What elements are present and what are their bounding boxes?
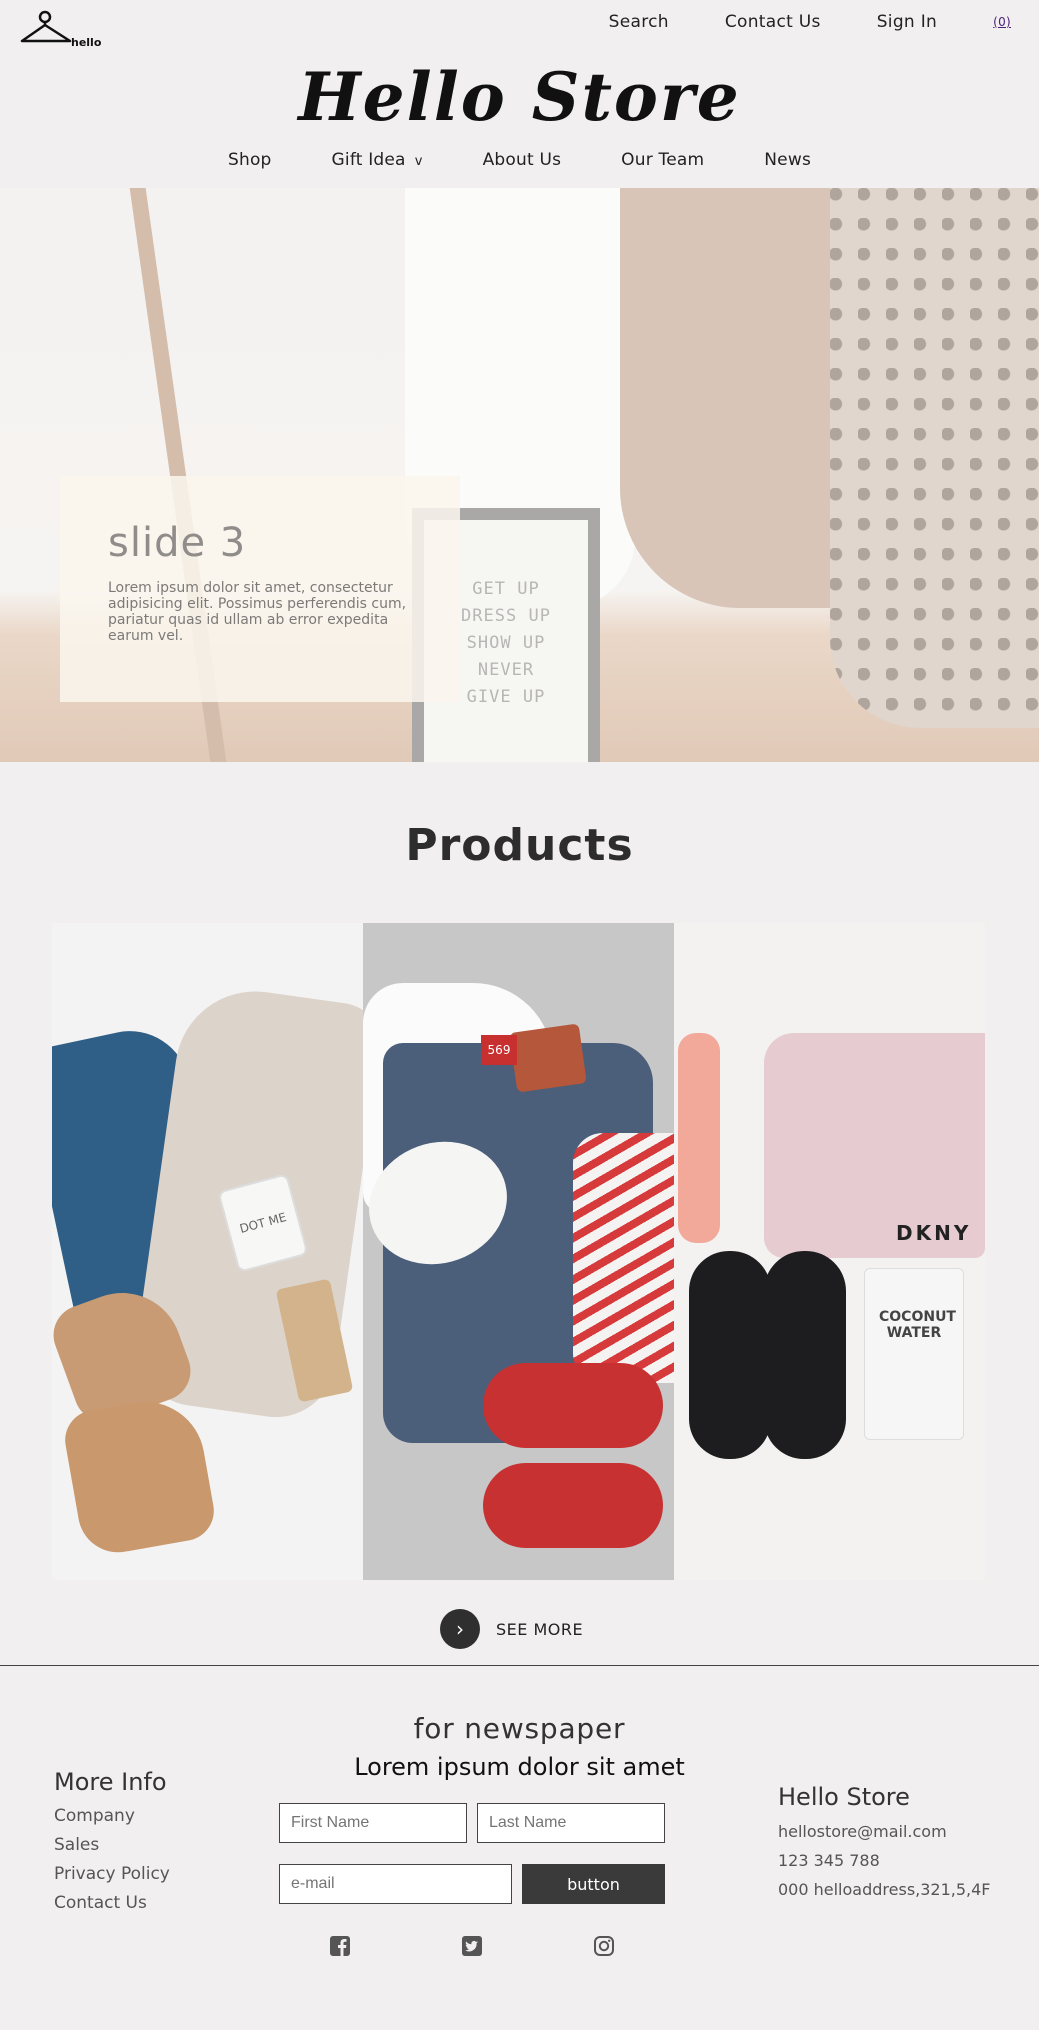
main-nav: Shop Gift Idea v About Us Our Team News	[0, 150, 1039, 170]
hero-slider[interactable]: GET UP DRESS UP SHOW UP NEVER GIVE UP sl…	[0, 188, 1039, 762]
search-link[interactable]: Search	[609, 12, 669, 32]
product-tile-jeans[interactable]: 569	[363, 923, 674, 1580]
store-address: 000 helloaddress,321,5,4F	[778, 1880, 991, 1899]
nav-gift-idea-label: Gift Idea	[331, 150, 406, 170]
dkny-mark: DKNY	[896, 1221, 972, 1245]
nav-about-us[interactable]: About Us	[483, 150, 562, 170]
slide-title: slide 3	[108, 520, 247, 566]
nav-gift-idea[interactable]: Gift Idea v	[332, 150, 423, 170]
see-more-label: SEE MORE	[496, 1619, 584, 1639]
sneaker-image	[689, 1251, 771, 1459]
subscribe-button[interactable]: button	[522, 1864, 665, 1904]
product-tile-sweater[interactable]: DOT ME	[52, 923, 363, 1580]
first-name-field[interactable]	[279, 1803, 467, 1843]
coconut-water-pack-image: COCONUT WATER	[864, 1268, 964, 1440]
boot-image	[60, 1392, 219, 1559]
twitter-icon[interactable]	[461, 1935, 483, 1957]
store-email: hellostore@mail.com	[778, 1822, 947, 1841]
email-field[interactable]	[279, 1864, 512, 1904]
nav-news[interactable]: News	[764, 150, 811, 170]
mug-print: DOT ME	[238, 1210, 288, 1236]
red-sandal-image	[483, 1363, 663, 1448]
products-title: Products	[405, 820, 634, 871]
water-bottle-image	[678, 1033, 720, 1243]
nav-our-team[interactable]: Our Team	[621, 150, 704, 170]
more-info-title: More Info	[54, 1768, 167, 1796]
slide-caption: slide 3 Lorem ipsum dolor sit amet, cons…	[60, 476, 460, 702]
store-brand: Hello Store	[298, 58, 741, 136]
red-sandal-image	[483, 1463, 663, 1548]
products-grid: DOT ME 569 DKNY COCONUT WATER	[52, 923, 987, 1580]
chevron-right-icon: ›	[440, 1609, 480, 1649]
footer-link-company[interactable]: Company	[54, 1802, 170, 1831]
facebook-icon[interactable]	[329, 1935, 351, 1957]
sign-in-link[interactable]: Sign In	[877, 12, 937, 32]
cart-count-link[interactable]: (0)	[993, 15, 1011, 29]
more-info-column: More Info Company Sales Privacy Policy C…	[54, 1768, 170, 1918]
contact-us-link[interactable]: Contact Us	[725, 12, 821, 32]
nav-shop[interactable]: Shop	[228, 150, 272, 170]
striped-shirt-image	[573, 1133, 674, 1383]
sneaker-image	[764, 1251, 846, 1459]
store-info-column: Hello Store hellostore@mail.com 123 345 …	[778, 1783, 991, 1904]
newsletter-title: for newspaper	[413, 1712, 626, 1745]
last-name-field[interactable]	[477, 1803, 665, 1843]
store-title: Hello Store	[778, 1783, 910, 1811]
instagram-icon[interactable]	[593, 1935, 615, 1957]
jeans-tag-image: 569	[481, 1035, 517, 1065]
slide-text: Lorem ipsum dolor sit amet, consectetur …	[108, 580, 407, 644]
product-tile-activewear[interactable]: DKNY COCONUT WATER	[674, 923, 985, 1580]
pack-text: COCONUT WATER	[879, 1309, 956, 1341]
store-phone: 123 345 788	[778, 1851, 880, 1870]
footer-link-sales[interactable]: Sales	[54, 1831, 170, 1860]
top-nav: Search Contact Us Sign In (0)	[553, 12, 1011, 32]
jeans-label-image	[509, 1023, 587, 1093]
footer-link-privacy-policy[interactable]: Privacy Policy	[54, 1860, 170, 1889]
chevron-down-icon: v	[414, 154, 423, 169]
section-divider	[0, 1665, 1039, 1666]
see-more-button[interactable]: › SEE MORE	[440, 1609, 583, 1649]
footer-link-contact-us[interactable]: Contact Us	[54, 1889, 170, 1918]
logo-text: hello	[71, 36, 102, 49]
tag-number: 569	[487, 1043, 511, 1057]
